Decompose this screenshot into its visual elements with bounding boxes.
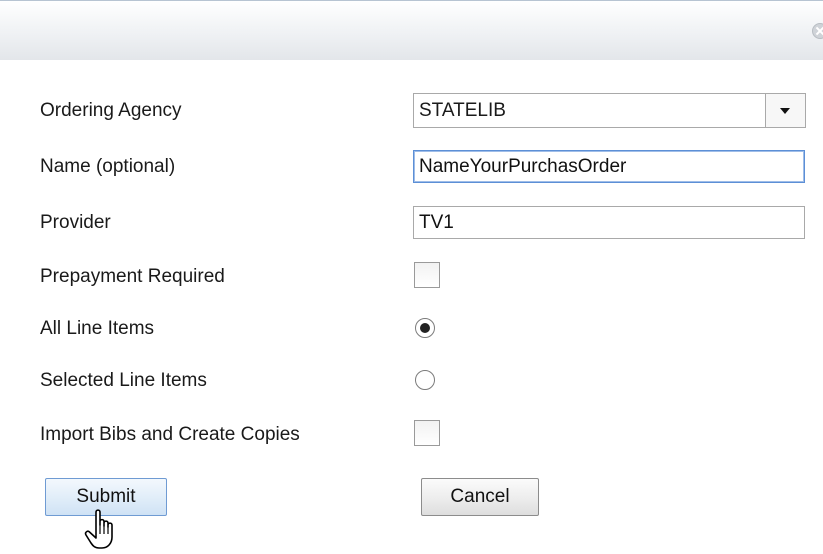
all-line-items-label: All Line Items [40, 318, 155, 339]
ordering-agency-value: STATELIB [419, 100, 506, 121]
close-icon[interactable] [812, 23, 823, 39]
name-label: Name (optional) [40, 156, 176, 177]
selected-line-items-label: Selected Line Items [40, 370, 207, 391]
new-purchase-order-dialog: Ordering Agency STATELIB Name (optional)… [0, 0, 823, 554]
provider-input[interactable] [413, 206, 805, 239]
all-line-items-radio[interactable] [415, 318, 435, 338]
prepayment-checkbox[interactable] [414, 262, 440, 288]
prepayment-label: Prepayment Required [40, 266, 225, 287]
dropdown-toggle[interactable] [765, 94, 805, 127]
cancel-button[interactable]: Cancel [421, 478, 539, 516]
chevron-down-icon [780, 108, 790, 114]
import-bibs-label: Import Bibs and Create Copies [40, 424, 300, 445]
provider-label: Provider [40, 212, 111, 233]
hand-pointer-icon [84, 509, 113, 549]
selected-line-items-radio[interactable] [415, 370, 435, 390]
dialog-titlebar [0, 0, 823, 60]
import-bibs-checkbox[interactable] [414, 420, 440, 446]
name-input[interactable] [413, 150, 805, 183]
ordering-agency-label: Ordering Agency [40, 100, 182, 121]
ordering-agency-select[interactable]: STATELIB [413, 93, 806, 128]
